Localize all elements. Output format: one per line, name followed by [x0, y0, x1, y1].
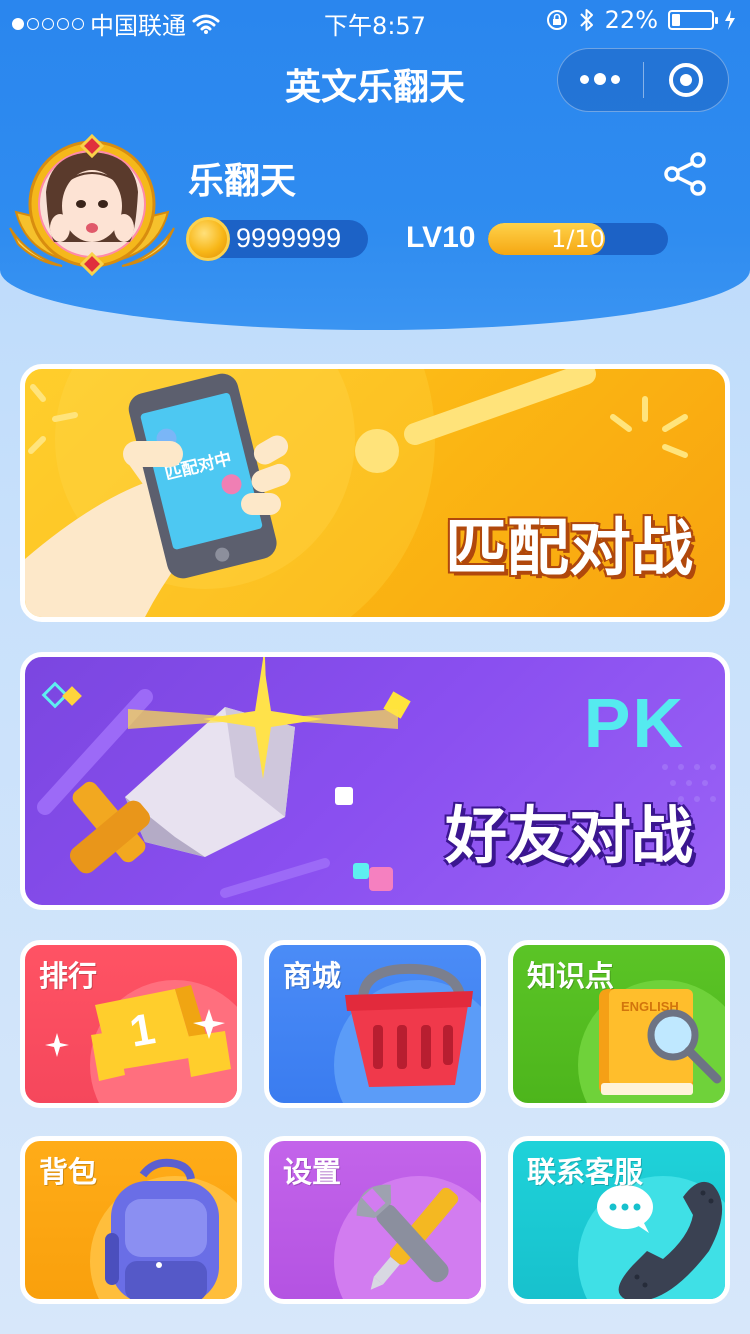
battery-icon: [668, 10, 718, 30]
tile-shop-label: 商城: [283, 959, 342, 993]
more-dots-icon: [580, 73, 621, 86]
more-button[interactable]: [558, 48, 643, 112]
rotation-lock-icon: [546, 10, 567, 30]
close-button[interactable]: [644, 48, 729, 112]
level-label: LV10: [406, 221, 476, 254]
charging-icon: [725, 10, 735, 30]
tile-knowledge[interactable]: ENGLISH 知识点: [508, 940, 730, 1108]
bluetooth-icon: [579, 9, 593, 31]
share-icon[interactable]: [660, 148, 712, 200]
avatar-frame-icon: [9, 133, 175, 277]
close-target-icon: [668, 63, 703, 97]
tile-customer-service-label: 联系客服: [527, 1155, 644, 1189]
level-progress-bar: 1/10: [488, 223, 668, 255]
mini-program-capsule: [557, 48, 729, 112]
tile-settings-label: 设置: [283, 1155, 342, 1189]
tile-knowledge-label: 知识点: [527, 959, 615, 993]
match-battle-banner[interactable]: 匹配对中 匹配对战: [20, 364, 730, 622]
tile-customer-service[interactable]: 联系客服: [508, 1136, 730, 1304]
friend-battle-title: 好友对战: [444, 799, 693, 872]
coin-balance: 9999999: [186, 217, 368, 261]
battery-percent: 22%: [604, 6, 658, 34]
coin-value: 9999999: [236, 223, 342, 253]
tile-backpack[interactable]: 背包: [20, 1136, 242, 1304]
status-bar: 中国联通 下午8:57 22%: [0, 0, 750, 40]
tile-settings[interactable]: 设置: [264, 1136, 486, 1304]
avatar[interactable]: [6, 132, 178, 280]
profile-header: 中国联通 下午8:57 22% 英文乐翻天 乐翻天 9999999 LV10 1…: [0, 0, 750, 330]
level-progress-text: 1/10: [551, 225, 605, 253]
pk-badge: PK: [583, 684, 685, 762]
status-right: 22%: [545, 6, 736, 34]
coin-icon: [186, 217, 230, 261]
battery-fill: [672, 14, 681, 26]
tile-ranking-label: 排行: [39, 959, 98, 993]
match-battle-title: 匹配对战: [444, 511, 693, 584]
username: 乐翻天: [188, 161, 297, 202]
tile-backpack-label: 背包: [39, 1155, 98, 1189]
tile-ranking[interactable]: 1 排行: [20, 940, 242, 1108]
friend-battle-banner[interactable]: PK 好友对战: [20, 652, 730, 910]
tile-shop[interactable]: 商城: [264, 940, 486, 1108]
